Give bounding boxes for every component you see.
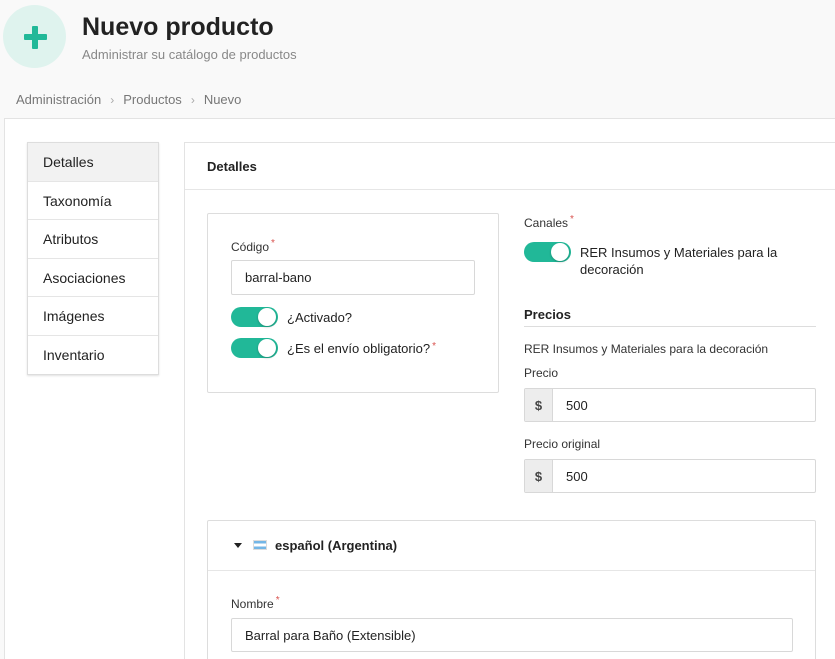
panel-title: Detalles bbox=[185, 143, 835, 190]
currency-addon: $ bbox=[525, 460, 553, 492]
channels-label-wrap: Canales * bbox=[524, 214, 574, 232]
currency-addon: $ bbox=[525, 389, 553, 421]
page-subtitle: Administrar su catálogo de productos bbox=[82, 47, 297, 62]
enabled-toggle[interactable] bbox=[231, 307, 278, 327]
original-price-input-group: $ 500 bbox=[524, 459, 816, 493]
required-mark: * bbox=[271, 238, 275, 249]
channel-toggle[interactable] bbox=[524, 242, 571, 262]
required-mark: * bbox=[432, 341, 436, 352]
language-label: español (Argentina) bbox=[275, 538, 398, 553]
side-menu-item-asociaciones[interactable]: Asociaciones bbox=[28, 259, 158, 297]
prices-divider bbox=[524, 326, 816, 327]
side-menu-item-imagenes[interactable]: Imágenes bbox=[28, 297, 158, 336]
chevron-right-icon: › bbox=[110, 92, 115, 107]
price-label: Precio bbox=[524, 366, 559, 380]
shipping-required-toggle[interactable] bbox=[231, 338, 278, 358]
side-menu-item-atributos[interactable]: Atributos bbox=[28, 220, 158, 259]
side-menu-item-inventario[interactable]: Inventario bbox=[28, 336, 158, 375]
argentina-flag-icon bbox=[253, 540, 267, 550]
name-label: Nombre bbox=[231, 597, 274, 611]
breadcrumb: Administración › Productos › Nuevo bbox=[16, 92, 241, 107]
name-label-wrap: Nombre * bbox=[231, 595, 280, 613]
name-input[interactable]: Barral para Baño (Extensible) bbox=[231, 618, 793, 652]
translation-card: español (Argentina) Nombre * Barral para … bbox=[207, 520, 816, 659]
required-mark: * bbox=[570, 214, 574, 225]
caret-down-icon[interactable] bbox=[234, 543, 242, 548]
channel-name: RER Insumos y Materiales para la decorac… bbox=[580, 245, 778, 277]
original-price-label: Precio original bbox=[524, 437, 601, 451]
shipping-required-label-wrap: ¿Es el envío obligatorio? * bbox=[287, 341, 436, 356]
code-label: Código bbox=[231, 240, 270, 254]
price-input[interactable]: 500 bbox=[553, 389, 815, 421]
side-menu: Detalles Taxonomía Atributos Asociacione… bbox=[27, 142, 159, 375]
page-header: Nuevo producto Administrar su catálogo d… bbox=[0, 0, 835, 78]
side-menu-item-detalles[interactable]: Detalles bbox=[28, 143, 158, 182]
channels-label: Canales bbox=[524, 216, 569, 230]
required-mark: * bbox=[275, 595, 280, 606]
prices-title: Precios bbox=[524, 307, 571, 322]
breadcrumb-item-nuevo: Nuevo bbox=[203, 92, 242, 107]
price-input-group: $ 500 bbox=[524, 388, 816, 422]
page-title: Nuevo producto bbox=[82, 13, 274, 41]
chevron-right-icon: › bbox=[190, 92, 195, 107]
translation-header[interactable]: español (Argentina) bbox=[208, 521, 815, 571]
shipping-required-label: ¿Es el envío obligatorio? bbox=[287, 341, 431, 356]
enabled-label: ¿Activado? bbox=[287, 310, 353, 325]
prices-channel-name: RER Insumos y Materiales para la decorac… bbox=[524, 342, 769, 356]
breadcrumb-item-administracion[interactable]: Administración bbox=[16, 92, 101, 107]
code-input[interactable]: barral-bano bbox=[231, 260, 475, 295]
side-menu-item-taxonomia[interactable]: Taxonomía bbox=[28, 182, 158, 220]
original-price-input[interactable]: 500 bbox=[553, 460, 815, 492]
plus-icon bbox=[3, 5, 66, 68]
code-label-wrap: Código * bbox=[231, 238, 275, 256]
general-card: Código * barral-bano ¿Activado? ¿Es el en… bbox=[207, 213, 499, 393]
breadcrumb-item-productos[interactable]: Productos bbox=[123, 92, 182, 107]
